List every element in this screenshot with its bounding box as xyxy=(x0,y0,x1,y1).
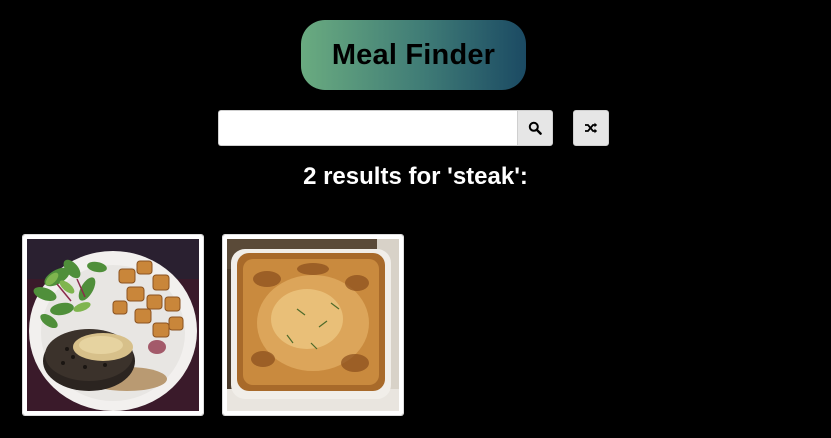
meal-card[interactable] xyxy=(223,235,403,415)
meal-image-steak-salad xyxy=(27,239,199,411)
search-icon xyxy=(528,121,542,135)
meal-finder-page: Meal Finder 2 results for 'steak': xyxy=(0,0,831,438)
search-button[interactable] xyxy=(517,110,553,146)
shuffle-icon xyxy=(584,121,598,135)
results-heading: 2 results for 'steak': xyxy=(303,163,528,190)
search-input[interactable] xyxy=(218,110,518,146)
meal-image-steak-pie xyxy=(227,239,399,411)
random-meal-button[interactable] xyxy=(573,110,609,146)
app-title: Meal Finder xyxy=(331,38,496,71)
search-bar xyxy=(218,110,609,146)
meal-card[interactable] xyxy=(23,235,203,415)
app-title-banner: Meal Finder xyxy=(301,20,526,90)
